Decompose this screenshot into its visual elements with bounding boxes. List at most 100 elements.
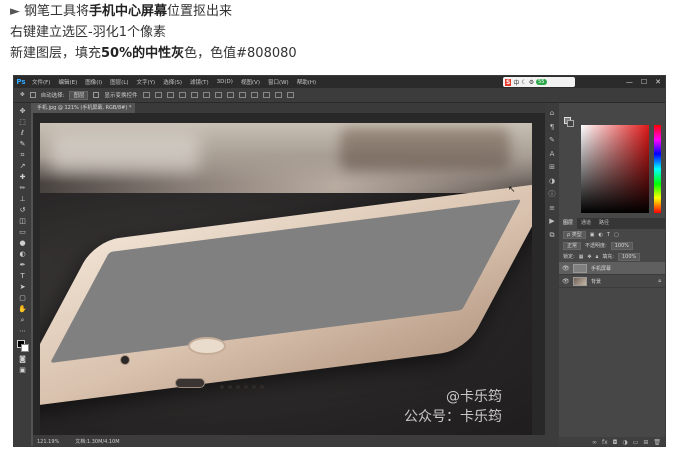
show-transform-checkbox[interactable] [93, 92, 100, 98]
filter-adjust-icon[interactable]: ◐ [599, 232, 603, 238]
info-icon[interactable]: ⓘ [547, 190, 557, 199]
actions-icon[interactable]: ▶ [547, 217, 557, 226]
filter-shape-icon[interactable]: ▢ [614, 232, 619, 238]
path-select-icon[interactable]: ➤ [18, 283, 28, 292]
crop-icon[interactable]: ⌗ [18, 151, 28, 160]
color-swatch-mini[interactable] [564, 117, 574, 127]
marquee-icon[interactable]: ⬚ [18, 118, 28, 127]
pen-icon[interactable]: ✒ [18, 261, 28, 270]
menu-select[interactable]: 选择(S) [159, 78, 186, 86]
auto-select-checkbox[interactable] [29, 92, 36, 98]
move-tool-icon[interactable]: ✥ [20, 92, 25, 98]
group-icon[interactable]: ▭ [633, 439, 639, 446]
align-middle-icon[interactable] [154, 92, 162, 98]
layer-name[interactable]: 背景 [591, 278, 601, 285]
tab-paths[interactable]: 路径 [595, 218, 613, 229]
history-brush-icon[interactable]: ↺ [18, 206, 28, 215]
character-icon[interactable]: A [547, 150, 557, 159]
adjustment-icon[interactable]: ◑ [622, 439, 627, 446]
history-icon[interactable]: ⌂ [547, 109, 557, 118]
styles-icon[interactable]: ⧉ [547, 231, 557, 240]
menu-help[interactable]: 帮助(H) [293, 78, 320, 86]
lock-pixels-icon[interactable]: ▦ [579, 254, 584, 260]
quick-mask-icon[interactable]: ◙ [18, 355, 28, 364]
menu-layer[interactable]: 图层(L) [106, 78, 132, 86]
distribute-bottom-icon[interactable] [238, 92, 246, 98]
zoom-icon[interactable]: ⌕ [18, 316, 28, 325]
filter-image-icon[interactable]: ▣ [590, 232, 595, 238]
menu-image[interactable]: 图像(I) [81, 78, 106, 86]
eraser-icon[interactable]: ◫ [18, 217, 28, 226]
menu-view[interactable]: 视图(V) [237, 78, 264, 86]
layer-name[interactable]: 手机屏幕 [591, 265, 611, 272]
dodge-icon[interactable]: ◐ [18, 250, 28, 259]
color-swatches[interactable] [16, 340, 29, 352]
background-swatch[interactable] [567, 120, 574, 127]
trash-icon[interactable]: 🗑︎ [653, 439, 661, 446]
clone-source-icon[interactable]: ⊞ [547, 163, 557, 172]
lasso-icon[interactable]: ℓ [18, 129, 28, 138]
opacity-input[interactable]: 100% [610, 241, 633, 250]
brush-icon[interactable]: ✏ [18, 184, 28, 193]
align-right-icon[interactable] [202, 92, 210, 98]
tab-channels[interactable]: 通道 [577, 218, 595, 229]
auto-select-dropdown[interactable]: 图层 [69, 90, 89, 100]
distribute-top-icon[interactable] [214, 92, 222, 98]
distribute-right-icon[interactable] [274, 92, 282, 98]
minimize-icon[interactable]: — [626, 78, 633, 86]
new-layer-icon[interactable]: ⊞ [643, 439, 648, 446]
document-tab[interactable]: 手机.jpg @ 121% (手机屏幕, RGB/8#) * [33, 103, 136, 113]
3d-mode-icon[interactable] [286, 92, 294, 98]
quick-select-icon[interactable]: ✎ [18, 140, 28, 149]
distribute-left-icon[interactable] [250, 92, 258, 98]
clone-stamp-icon[interactable]: ⊥ [18, 195, 28, 204]
zoom-level[interactable]: 121.19% [37, 439, 59, 445]
maximize-icon[interactable]: ☐ [641, 78, 647, 86]
screen-mode-icon[interactable]: ▣ [18, 366, 28, 375]
close-icon[interactable]: ✕ [655, 78, 661, 86]
background-color[interactable] [20, 344, 29, 352]
paragraph-icon[interactable]: ¶ [547, 123, 557, 132]
rectangle-icon[interactable]: ▢ [18, 294, 28, 303]
distribute-middle-icon[interactable] [226, 92, 234, 98]
blend-mode-dropdown[interactable]: 正常 [563, 241, 582, 250]
layer-row-background[interactable]: 👁︎ 背景 🔒︎ [559, 275, 665, 288]
fill-input[interactable]: 100% [617, 252, 641, 261]
ime-toolbar[interactable]: S 中 ☾ ⚙ 55 [503, 77, 575, 87]
lock-position-icon[interactable]: ✥ [587, 254, 591, 260]
blur-icon[interactable]: ● [18, 239, 28, 248]
healing-brush-icon[interactable]: ✚ [18, 173, 28, 182]
layer-row-screen[interactable]: 👁︎ 手机屏幕 [559, 262, 665, 275]
eye-icon[interactable]: 👁︎ [562, 278, 570, 285]
eye-icon[interactable]: 👁︎ [562, 265, 570, 272]
lock-all-icon[interactable]: 🔒︎ [596, 254, 599, 260]
more-tools-icon[interactable]: ⋯ [18, 327, 28, 336]
color-field[interactable] [581, 125, 649, 213]
align-top-icon[interactable] [142, 92, 150, 98]
eyedropper-icon[interactable]: ↗ [18, 162, 28, 171]
properties-icon[interactable]: ≡ [547, 204, 557, 213]
menu-type[interactable]: 文字(Y) [133, 78, 160, 86]
align-center-icon[interactable] [190, 92, 198, 98]
menu-file[interactable]: 文件(F) [28, 78, 54, 86]
tab-layers[interactable]: 图层 [559, 218, 578, 229]
hue-slider[interactable] [654, 125, 661, 213]
align-bottom-icon[interactable] [166, 92, 174, 98]
filter-type-icon[interactable]: T [607, 232, 610, 238]
link-icon[interactable]: ∞ [592, 439, 597, 446]
brush-settings-icon[interactable]: ✎ [547, 136, 557, 145]
align-left-icon[interactable] [178, 92, 186, 98]
gradient-icon[interactable]: ▭ [18, 228, 28, 237]
hand-icon[interactable]: ✋ [18, 305, 28, 314]
menu-filter[interactable]: 滤镜(T) [186, 78, 213, 86]
canvas-area[interactable]: ↖ @卡乐筠 公众号：卡乐筠 [33, 113, 545, 435]
menu-3d[interactable]: 3D(D) [213, 79, 237, 85]
mask-icon[interactable]: ◘ [613, 439, 618, 446]
menu-edit[interactable]: 编辑(E) [54, 78, 81, 86]
distribute-center-icon[interactable] [262, 92, 270, 98]
fx-icon[interactable]: fx [602, 439, 608, 446]
adjust-icon[interactable]: ◑ [547, 177, 557, 186]
move-icon[interactable]: ✥ [18, 107, 28, 116]
menu-window[interactable]: 窗口(W) [264, 78, 293, 86]
type-icon[interactable]: T [18, 272, 28, 281]
